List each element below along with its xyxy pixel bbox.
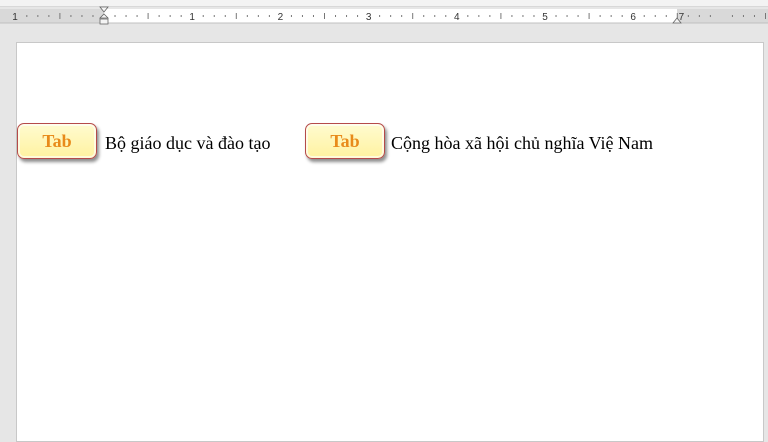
left-indent-marker[interactable] [99, 18, 109, 25]
document-text-1[interactable]: Bộ giáo dục và đào tạo [105, 133, 270, 154]
tab-key-graphic-1: Tab [17, 123, 97, 159]
document-workspace: Tab Bộ giáo dục và đào tạo Tab Cộng hòa … [0, 26, 768, 442]
ruler-number: 6 [630, 12, 636, 23]
tab-key-graphic-2: Tab [305, 123, 385, 159]
ruler-number: 1 [189, 12, 195, 23]
ruler-number: 2 [278, 12, 284, 23]
document-text-2[interactable]: Cộng hòa xã hội chủ nghĩa Việ Nam [391, 133, 653, 154]
ruler-number: 4 [454, 12, 460, 23]
ruler-number: 3 [366, 12, 372, 23]
ruler-number: 5 [542, 12, 548, 23]
document-page[interactable]: Tab Bộ giáo dục và đào tạo Tab Cộng hòa … [16, 42, 764, 442]
ruler-number: 1 [12, 12, 18, 23]
horizontal-ruler[interactable]: 11234567 [0, 6, 768, 26]
